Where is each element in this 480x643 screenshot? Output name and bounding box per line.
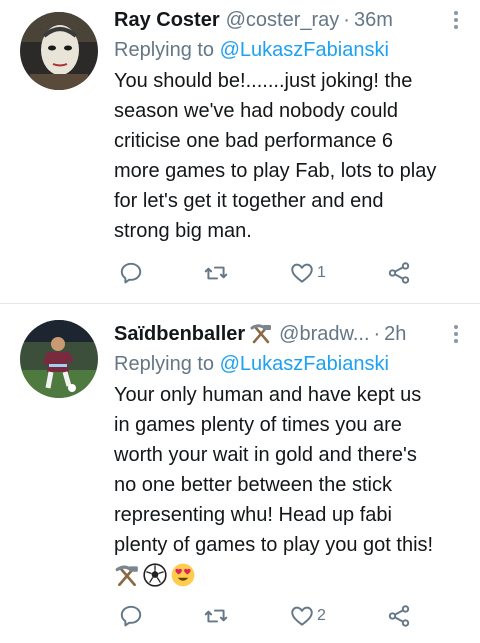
retweet-button[interactable] — [203, 602, 229, 630]
share-button[interactable] — [386, 259, 412, 287]
more-options-icon[interactable] — [446, 322, 466, 346]
timestamp[interactable]: 2h — [384, 320, 406, 348]
user-handle[interactable]: @coster_ray — [226, 6, 340, 34]
share-icon — [388, 262, 410, 284]
tweet-1[interactable]: Ray Coster @coster_ray · 36m Replying to… — [0, 0, 480, 302]
display-name[interactable]: Saïdbenballer — [114, 320, 245, 348]
replying-label: Replying to — [114, 39, 215, 61]
mention-link[interactable]: @LukaszFabianski — [220, 39, 389, 61]
heart-icon — [291, 263, 313, 283]
hammer-and-pick-icon — [250, 324, 272, 344]
mention-link[interactable]: @LukaszFabianski — [220, 353, 389, 375]
tweet-actions: 1 — [114, 259, 414, 287]
replying-to: Replying to @LukaszFabianski — [114, 35, 466, 65]
reply-icon — [120, 262, 142, 284]
retweet-icon — [204, 609, 228, 623]
share-button[interactable] — [386, 602, 412, 630]
hammer-and-pick-icon — [115, 565, 138, 587]
tweet-header: Saïdbenballer @bradw... · 2h — [114, 320, 466, 348]
user-handle[interactable]: @bradw... — [279, 320, 369, 348]
display-name[interactable]: Ray Coster — [114, 6, 220, 34]
tweet-actions: 2 — [114, 602, 414, 630]
like-count: 2 — [317, 607, 326, 624]
retweet-button[interactable] — [203, 259, 229, 287]
like-button[interactable]: 1 — [289, 259, 326, 287]
soccer-ball-icon — [143, 563, 167, 587]
tweet-header: Ray Coster @coster_ray · 36m — [114, 6, 466, 34]
share-icon — [388, 605, 410, 627]
avatar[interactable] — [20, 320, 98, 398]
heart-eyes-icon — [171, 563, 195, 587]
separator: · — [373, 323, 381, 345]
tweet-text: Your only human and have kept us in game… — [114, 384, 434, 556]
retweet-icon — [204, 266, 228, 280]
emoji-row — [114, 562, 466, 588]
reply-button[interactable] — [118, 602, 144, 630]
tweet-2[interactable]: Saïdbenballer @bradw... · 2h Replying to… — [0, 304, 480, 643]
replying-to: Replying to @LukaszFabianski — [114, 349, 466, 379]
like-count: 1 — [317, 264, 326, 281]
separator: · — [343, 9, 350, 31]
avatar[interactable] — [20, 12, 98, 90]
timestamp[interactable]: 36m — [354, 6, 393, 34]
tweet-text: You should be!.......just joking! the se… — [114, 70, 437, 242]
reply-button[interactable] — [118, 259, 144, 287]
more-options-icon[interactable] — [446, 8, 466, 32]
replying-label: Replying to — [114, 353, 215, 375]
heart-icon — [291, 606, 313, 626]
reply-icon — [120, 605, 142, 627]
like-button[interactable]: 2 — [289, 602, 326, 630]
